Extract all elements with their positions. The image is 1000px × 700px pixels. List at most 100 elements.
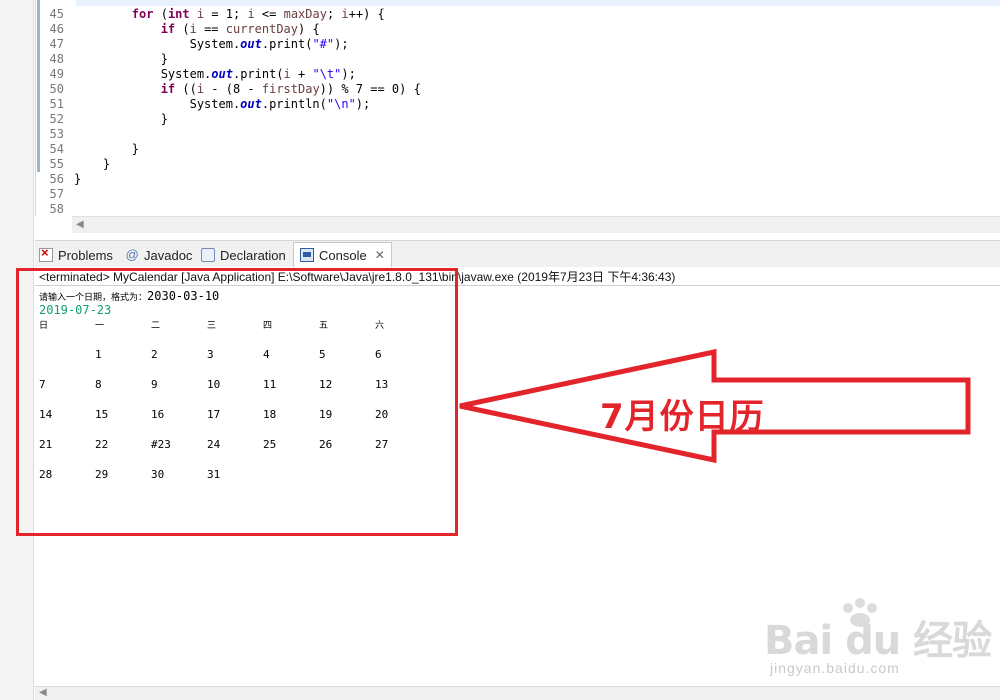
- code-line: 56}: [36, 172, 996, 187]
- line-number: 55: [49, 157, 64, 171]
- tab-problems[interactable]: Problems: [39, 244, 113, 266]
- scroll-left-icon[interactable]: ◀: [39, 687, 47, 698]
- code-token: <=: [254, 7, 284, 21]
- code-token: ==: [196, 22, 226, 36]
- code-editor[interactable]: 45 for (int i = 1; i <= maxDay; i++) {46…: [35, 0, 1000, 216]
- code-token: i: [189, 22, 197, 36]
- code-token: out: [240, 37, 262, 51]
- code-token: );: [334, 37, 349, 51]
- code-line: 50 if ((i - (8 - firstDay)) % 7 == 0) {: [36, 82, 996, 97]
- code-token: firstDay: [261, 82, 320, 96]
- code-token: }: [74, 142, 140, 156]
- line-number: 48: [49, 52, 64, 66]
- code-line: 52 }: [36, 112, 996, 127]
- code-token: );: [355, 97, 371, 111]
- code-token: System.: [74, 67, 212, 81]
- line-number: 57: [49, 187, 64, 201]
- code-token: currentDay: [225, 22, 298, 36]
- code-token: );: [341, 67, 356, 81]
- code-token: i: [283, 67, 291, 81]
- code-token: ) {: [298, 22, 320, 36]
- code-line: 45 for (int i = 1; i <= maxDay; i++) {: [36, 7, 996, 22]
- code-line: 58: [36, 202, 996, 217]
- tab-javadoc[interactable]: @ Javadoc: [125, 244, 192, 266]
- code-token: }: [74, 52, 168, 66]
- watermark-url: jingyan.baidu.com: [770, 660, 900, 676]
- code-token: }: [74, 157, 111, 171]
- code-token: System.: [74, 37, 241, 51]
- code-token: ((: [175, 82, 197, 96]
- paw-icon: [843, 598, 877, 627]
- scroll-left-icon[interactable]: ◀: [76, 219, 84, 230]
- code-token: System.: [74, 97, 241, 111]
- highlight-box: [16, 268, 458, 536]
- code-token: .print(: [261, 37, 313, 51]
- code-line: 47 System.out.print("#");: [36, 37, 996, 52]
- line-number: 53: [49, 127, 64, 141]
- code-line: 54 }: [36, 142, 996, 157]
- line-number: 49: [49, 67, 64, 81]
- code-token: i: [247, 7, 255, 21]
- tab-declaration[interactable]: Declaration: [201, 244, 286, 266]
- code-token: (: [175, 22, 190, 36]
- code-token: if: [160, 22, 176, 36]
- code-token: i: [196, 7, 205, 21]
- baidu-watermark: Bai du 经验 jingyan.baidu.com: [760, 598, 992, 688]
- code-token: +: [290, 67, 313, 81]
- code-line: 55 }: [36, 157, 996, 172]
- code-line: 53: [36, 127, 996, 142]
- views-tab-bar: Problems @ Javadoc Declaration Console ✕: [35, 240, 1000, 267]
- close-icon[interactable]: ✕: [375, 248, 385, 262]
- line-number: 58: [49, 202, 64, 216]
- editor-horizontal-scrollbar[interactable]: ◀: [72, 216, 1000, 233]
- line-number: 52: [49, 112, 64, 126]
- code-token: - (8 -: [204, 82, 262, 96]
- tab-console-label: Console: [319, 247, 367, 263]
- current-line-highlight: [76, 0, 1000, 6]
- tab-declaration-label: Declaration: [220, 247, 286, 263]
- javadoc-at-icon: @: [125, 247, 139, 262]
- code-token: ;: [326, 7, 342, 21]
- code-token: for: [131, 7, 154, 21]
- line-number: 46: [49, 22, 64, 36]
- code-token: }: [74, 112, 168, 126]
- code-token: "#": [312, 37, 335, 51]
- code-token: "\t": [312, 67, 342, 81]
- code-line: 48 }: [36, 52, 996, 67]
- line-number: 54: [49, 142, 64, 156]
- code-token: i: [341, 7, 349, 21]
- declaration-icon: [201, 248, 215, 262]
- code-token: .print(: [232, 67, 284, 81]
- tab-console[interactable]: Console ✕: [293, 242, 392, 267]
- line-number: 56: [49, 172, 64, 186]
- code-token: "\n": [326, 97, 356, 111]
- code-token: .println(: [261, 97, 327, 111]
- code-token: }: [74, 172, 82, 186]
- code-token: int: [167, 7, 190, 21]
- code-token: (: [153, 7, 168, 21]
- code-token: if: [160, 82, 176, 96]
- code-token: out: [240, 97, 262, 111]
- tab-javadoc-label: Javadoc: [144, 247, 193, 263]
- annotation-label: 7月份日历: [600, 397, 765, 437]
- code-token: = 1;: [204, 7, 248, 21]
- line-number: 45: [49, 7, 64, 21]
- code-token: maxDay: [283, 7, 327, 21]
- code-line: 51 System.out.println("\n");: [36, 97, 996, 112]
- console-icon: [300, 248, 314, 262]
- code-line: 49 System.out.print(i + "\t");: [36, 67, 996, 82]
- line-number: 50: [49, 82, 64, 96]
- code-token: )) % 7 == 0) {: [319, 82, 421, 96]
- code-token: i: [196, 82, 205, 96]
- tab-problems-label: Problems: [58, 247, 113, 263]
- code-token: ++) {: [348, 7, 385, 21]
- problems-icon: [39, 245, 53, 262]
- code-line: 46 if (i == currentDay) {: [36, 22, 996, 37]
- console-horizontal-scrollbar[interactable]: ◀: [35, 686, 1000, 700]
- line-number: 47: [49, 37, 64, 51]
- line-number: 51: [49, 97, 64, 111]
